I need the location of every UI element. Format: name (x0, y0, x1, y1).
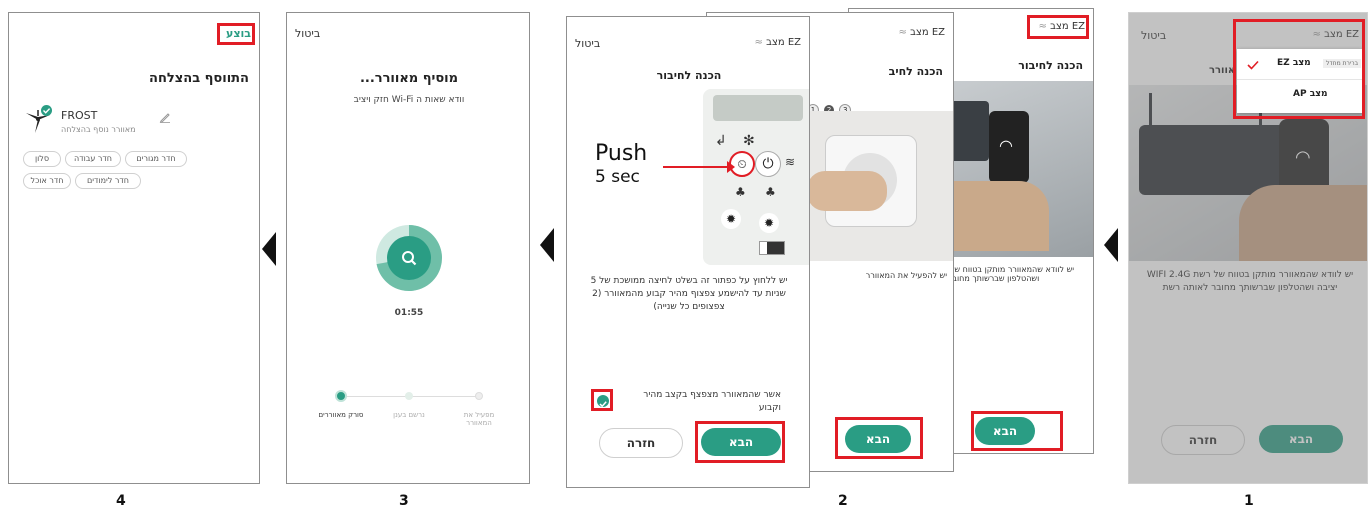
check-badge-icon (41, 105, 52, 116)
highlight-mode (1027, 15, 1089, 39)
highlight-next (695, 421, 785, 463)
search-icon (402, 251, 417, 266)
step-dot (475, 392, 483, 400)
remote-button: ✹ (759, 213, 779, 233)
remote-slider (759, 241, 785, 255)
arrow-left-icon (1104, 228, 1118, 262)
room-chip-living-room[interactable]: חדר מגורים (125, 151, 187, 167)
remote-button: ♣ (735, 185, 746, 199)
push-label: Push (595, 141, 648, 166)
edit-icon[interactable] (159, 111, 171, 123)
card-text: יש להפעיל את המאוורר (865, 271, 947, 280)
step-number-1: 1 (1244, 493, 1254, 509)
highlight-done (217, 23, 255, 45)
card-title: הכנה לחיבור (1018, 59, 1083, 72)
card-title: הכנה לחיב (888, 65, 943, 78)
step-dot (405, 392, 413, 400)
room-chip-dining[interactable]: חדר אוכל (23, 173, 71, 189)
highlight-next (835, 417, 923, 459)
step-label-activate: מפעיל את המאוורר (463, 411, 495, 427)
step-number-3: 3 (399, 493, 409, 509)
page-title: התווסף בהצלחה (149, 71, 249, 86)
remote-button: ↲ (715, 133, 727, 149)
page-title: הכנה לחיבור (656, 69, 722, 82)
device-subtitle: מאוורר נוסף בהצלחה (61, 125, 136, 134)
step-number-2: 2 (838, 493, 848, 509)
remote-control-image: ↲ ✻ ⏲ ⏻ ≋ ♣ ♣ ✹ ✹ (703, 89, 809, 265)
remote-button: ✻ (743, 133, 755, 149)
instructions-text: יש ללחוץ על כפתור זה בשלט לחיצה ממושכת ש… (590, 276, 788, 312)
screen-success: בוצע התווסף בהצלחה FROST מאוורר נוסף בהצ… (8, 12, 260, 484)
back-button[interactable]: חזרה (599, 428, 683, 458)
remote-button: ✹ (721, 209, 741, 229)
socket-photo (807, 111, 953, 261)
step-label-cloud: נרשם בענן (393, 411, 425, 419)
step-dot-active (335, 390, 347, 402)
cancel-button[interactable]: ביטול (295, 27, 320, 40)
screen-prepare: ביטול ≈ מצב EZ הכנה לחיבור ↲ ✻ ⏲ ⏻ ≋ ♣ ♣… (566, 16, 810, 488)
wifi-icon: ◠ (999, 136, 1013, 155)
pointer-arrow (663, 166, 729, 168)
room-chip-study[interactable]: חדר לימודים (75, 173, 141, 189)
pointer-arrowhead (727, 161, 735, 173)
remote-button: ♣ (765, 185, 776, 199)
room-chip-office[interactable]: חדר עבודה (65, 151, 121, 167)
power-icon: ⏻ (755, 151, 781, 177)
arrow-left-icon (540, 228, 554, 262)
highlight-next (971, 411, 1063, 451)
device-card: FROST מאוורר נוסף בהצלחה (19, 105, 251, 139)
arrow-left-icon (262, 232, 276, 266)
highlight-menu (1233, 19, 1365, 119)
cancel-button[interactable]: ביטול (575, 37, 600, 50)
wifi-hint: וודא שאות ה Wi-Fi חזק ויציב (353, 95, 465, 105)
remote-button: ≋ (785, 155, 796, 169)
countdown-timer: 01:55 (394, 308, 424, 318)
screen-mode-select: ביטול ≈ מצב EZ אוורר ◠ יש לוודא שהמאוורר… (1128, 12, 1368, 484)
device-name: FROST (61, 109, 98, 122)
push-duration: 5 sec (595, 167, 640, 187)
highlight-checkbox (591, 389, 613, 411)
mode-selector[interactable]: ≈ מצב EZ (755, 37, 801, 48)
mode-label: ≈ מצב EZ (898, 27, 945, 38)
room-chip-living[interactable]: סלון (23, 151, 61, 167)
step-number-4: 4 (116, 493, 126, 509)
page-title: מוסיף מאוורר... (359, 71, 459, 86)
confirm-label: אשר שהמאוורר מצפצף בקצב מהיר וקבוע (643, 390, 781, 413)
screen-adding: ביטול מוסיף מאוורר... וודא שאות ה Wi-Fi … (286, 12, 530, 484)
step-label-scanning: סורק מאווררים (318, 411, 364, 419)
